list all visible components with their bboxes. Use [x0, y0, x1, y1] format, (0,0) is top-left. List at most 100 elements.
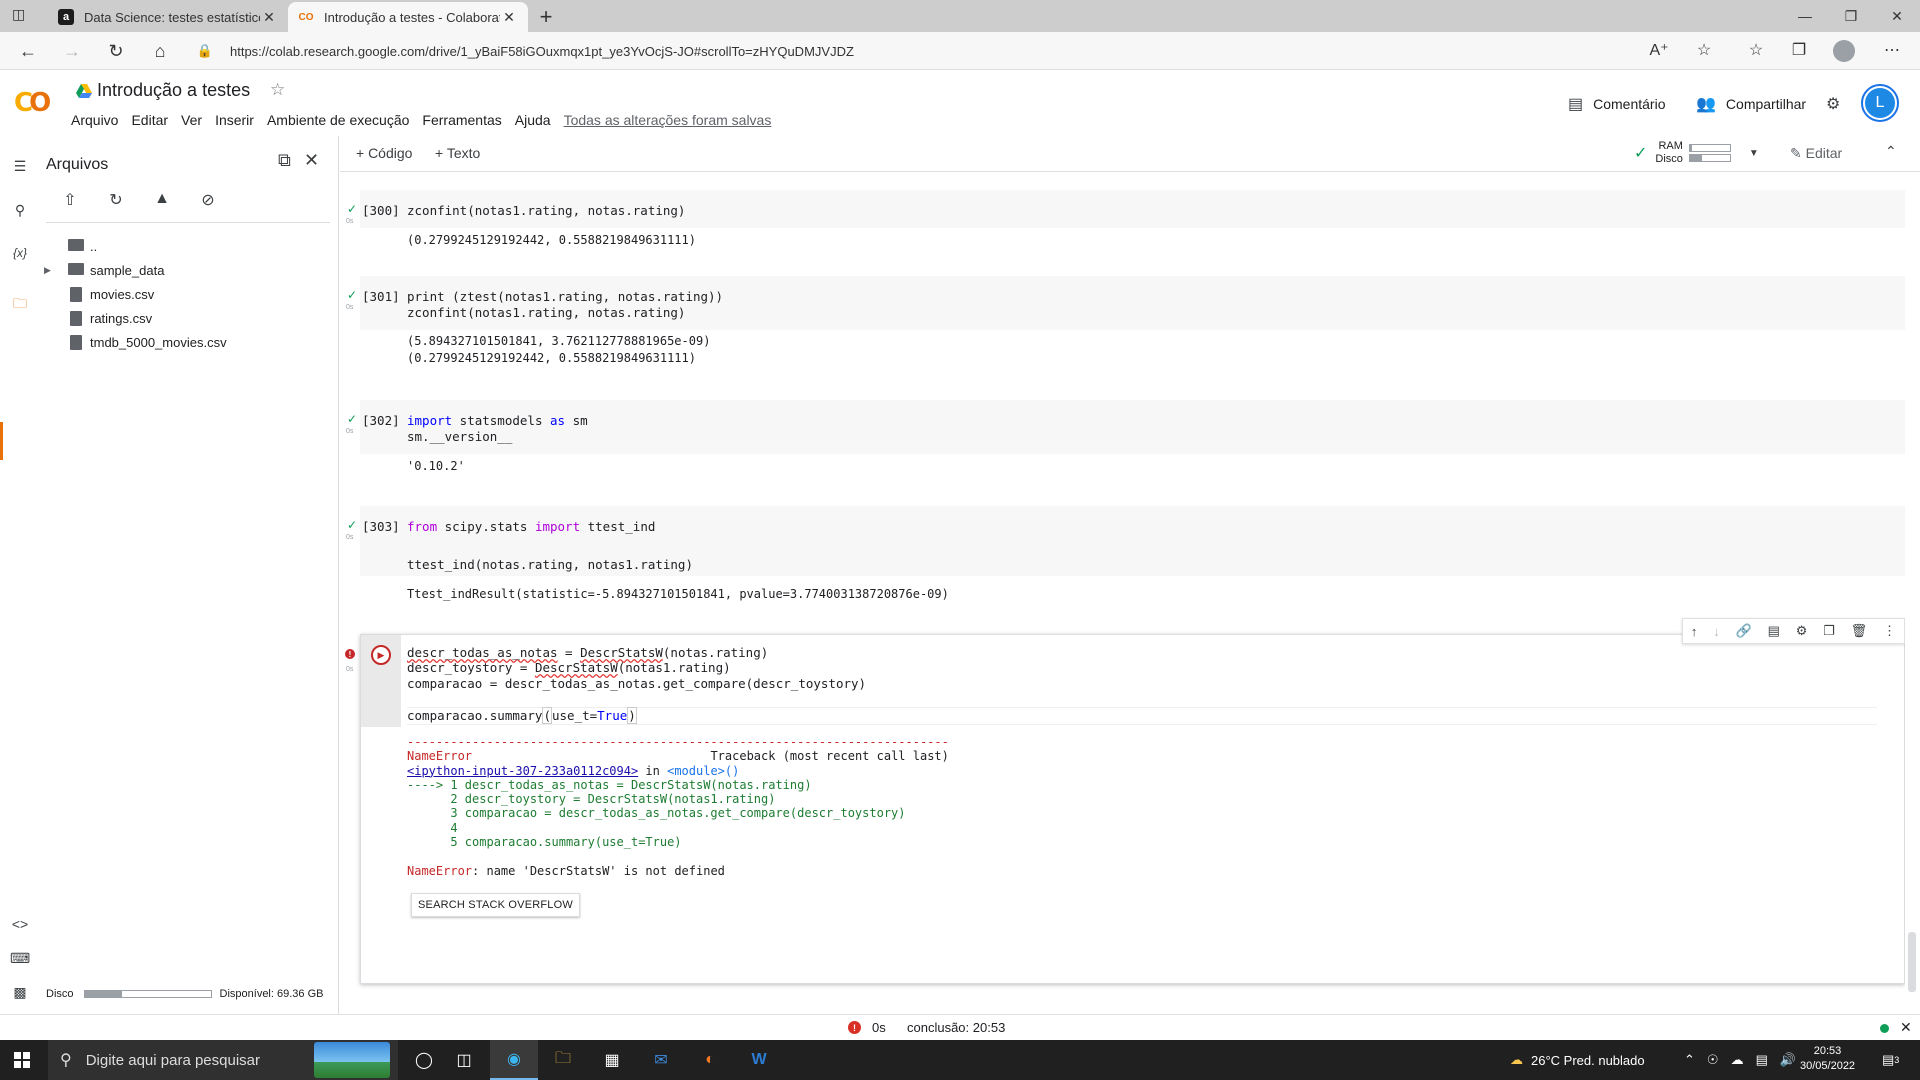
- code-line[interactable]: ttest_ind(notas.rating, notas1.rating): [407, 557, 693, 573]
- code-line[interactable]: print (ztest(notas1.rating, notas.rating…: [407, 289, 723, 305]
- tree-item-folder[interactable]: ▶ sample_data: [38, 258, 338, 282]
- share-button[interactable]: 👥 Compartilhar: [1696, 94, 1806, 114]
- browser-tab-data-science[interactable]: a Data Science: testes estatísticos ✕: [48, 2, 288, 32]
- settings-gear-icon[interactable]: ⚙: [1826, 94, 1850, 114]
- edge-browser-icon[interactable]: ◉: [490, 1040, 538, 1080]
- cell-settings-icon[interactable]: ⚙: [1796, 623, 1808, 639]
- menu-editar[interactable]: Editar: [131, 112, 168, 128]
- code-line-current[interactable]: comparacao.summary(use_t=True): [407, 707, 1877, 725]
- close-window-icon[interactable]: ✕: [1874, 0, 1920, 32]
- comment-icon[interactable]: ▤: [1768, 623, 1780, 639]
- menu-arquivo[interactable]: Arquivo: [71, 112, 118, 128]
- save-status-link[interactable]: Todas as alterações foram salvas: [564, 112, 772, 128]
- notification-center-icon[interactable]: ▤ 3: [1882, 1040, 1899, 1080]
- back-icon[interactable]: ←: [16, 40, 40, 62]
- meet-now-icon[interactable]: ☉: [1707, 1052, 1719, 1068]
- code-line[interactable]: import statsmodels as sm: [407, 413, 588, 429]
- collapse-header-icon[interactable]: ⌃: [1885, 143, 1897, 160]
- jupyter-icon[interactable]: ◐: [686, 1040, 734, 1080]
- menu-inserir[interactable]: Inserir: [215, 112, 254, 128]
- user-avatar[interactable]: L: [1861, 84, 1899, 122]
- code-line[interactable]: from scipy.stats import ttest_ind: [407, 519, 655, 535]
- code-line[interactable]: zconfint(notas1.rating, notas.rating): [407, 305, 685, 321]
- taskbar-search[interactable]: ⚲ Digite aqui para pesquisar: [48, 1040, 398, 1080]
- mirror-cell-icon[interactable]: ❐: [1823, 623, 1835, 639]
- edit-button[interactable]: ✎ Editar: [1790, 145, 1842, 162]
- collections-icon[interactable]: ❐: [1787, 40, 1811, 60]
- file-explorer-icon[interactable]: 🗀: [539, 1040, 587, 1080]
- close-status-icon[interactable]: ✕: [1900, 1019, 1912, 1036]
- refresh-folder-icon[interactable]: ↻: [104, 190, 128, 214]
- code-editor[interactable]: ▶ descr_todas_as_notas = DescrStatsW(not…: [361, 635, 1904, 727]
- mail-icon[interactable]: ✉: [637, 1040, 685, 1080]
- volume-icon[interactable]: 🔊: [1780, 1052, 1796, 1068]
- files-folder-icon[interactable]: 🗀: [10, 293, 30, 313]
- terminal-icon[interactable]: ▩: [10, 984, 30, 1004]
- comment-button[interactable]: ▤ Comentário: [1568, 94, 1666, 114]
- runtime-dropdown-icon[interactable]: ▼: [1749, 148, 1759, 159]
- reload-icon[interactable]: ↻: [104, 40, 128, 62]
- more-options-icon[interactable]: ⋮: [1883, 623, 1896, 639]
- active-code-cell[interactable]: ▶ descr_todas_as_notas = DescrStatsW(not…: [360, 634, 1905, 984]
- move-down-icon[interactable]: ↓: [1713, 624, 1720, 639]
- restore-window-icon[interactable]: ❐: [1828, 0, 1874, 32]
- code-snippets-icon[interactable]: <>: [10, 916, 30, 936]
- forward-icon[interactable]: →: [60, 40, 84, 62]
- tree-item-file[interactable]: movies.csv: [38, 282, 338, 306]
- runtime-resources[interactable]: ✓ RAM Disco ▼: [1634, 140, 1759, 166]
- network-icon[interactable]: ▤: [1756, 1052, 1768, 1068]
- browser-tab-colab[interactable]: CO Introdução a testes - Colaborato ✕: [288, 2, 528, 32]
- open-in-tab-icon[interactable]: ⧉: [278, 150, 291, 171]
- add-code-button[interactable]: + Código: [356, 145, 412, 161]
- word-icon[interactable]: W: [735, 1040, 783, 1080]
- lock-icon[interactable]: 🔒: [196, 43, 214, 59]
- home-icon[interactable]: ⌂: [148, 40, 172, 62]
- notebook-scrollbar[interactable]: [1908, 932, 1916, 992]
- code-line[interactable]: descr_todas_as_notas = DescrStatsW(notas…: [407, 645, 768, 661]
- menu-ferramentas[interactable]: Ferramentas: [422, 112, 501, 128]
- taskbar-clock[interactable]: 20:53 30/05/2022: [1800, 1044, 1855, 1074]
- menu-ambiente-execucao[interactable]: Ambiente de execução: [267, 112, 409, 128]
- read-aloud-icon[interactable]: A⁺: [1647, 40, 1671, 60]
- add-favorite-icon[interactable]: ☆: [1692, 40, 1716, 60]
- upload-file-icon[interactable]: ⇧: [58, 190, 82, 214]
- tray-expand-icon[interactable]: ⌃: [1684, 1052, 1695, 1068]
- close-panel-icon[interactable]: ✕: [304, 150, 319, 171]
- add-text-button[interactable]: + Texto: [435, 145, 480, 161]
- command-palette-icon[interactable]: ⌨: [10, 950, 30, 970]
- windows-start-icon[interactable]: [14, 1052, 30, 1068]
- star-icon[interactable]: ☆: [270, 80, 285, 100]
- table-of-contents-icon[interactable]: ☰: [10, 158, 30, 178]
- search-stack-overflow-button[interactable]: SEARCH STACK OVERFLOW: [411, 893, 580, 917]
- code-line[interactable]: zconfint(notas1.rating, notas.rating): [407, 203, 685, 219]
- new-tab-icon[interactable]: +: [534, 4, 558, 30]
- browser-profile-avatar[interactable]: [1833, 40, 1855, 62]
- browser-menu-icon[interactable]: ⋯: [1880, 40, 1904, 60]
- code-line[interactable]: sm.__version__: [407, 429, 512, 445]
- close-tab-icon[interactable]: ✕: [260, 9, 278, 26]
- run-cell-button[interactable]: ▶: [371, 645, 391, 665]
- mount-drive-icon[interactable]: ▲: [150, 190, 174, 214]
- link-icon[interactable]: 🔗: [1736, 623, 1752, 639]
- tab-actions-icon[interactable]: ◫: [12, 6, 34, 26]
- code-line[interactable]: comparacao = descr_todas_as_notas.get_co…: [407, 676, 866, 692]
- variables-icon[interactable]: {x}: [10, 246, 30, 266]
- google-drive-icon[interactable]: [76, 84, 92, 98]
- microsoft-store-icon[interactable]: ▦: [588, 1040, 636, 1080]
- expand-caret-icon[interactable]: ▶: [44, 265, 60, 276]
- task-view-icon[interactable]: ◫: [440, 1040, 488, 1080]
- onedrive-icon[interactable]: ☁: [1731, 1052, 1744, 1068]
- favorites-icon[interactable]: ☆: [1744, 40, 1768, 60]
- notebook-title[interactable]: Introdução a testes: [97, 80, 250, 101]
- tree-item-parent[interactable]: ..: [38, 234, 338, 258]
- delete-icon[interactable]: 🗑: [1851, 623, 1868, 639]
- tree-item-file[interactable]: tmdb_5000_movies.csv: [38, 330, 338, 354]
- colab-logo[interactable]: CO: [14, 88, 51, 118]
- menu-ver[interactable]: Ver: [181, 112, 202, 128]
- minimize-window-icon[interactable]: —: [1782, 0, 1828, 32]
- search-icon[interactable]: ⚲: [10, 202, 30, 222]
- code-line[interactable]: descr_toystory = DescrStatsW(notas1.rati…: [407, 660, 731, 676]
- menu-ajuda[interactable]: Ajuda: [515, 112, 551, 128]
- url-field[interactable]: 🔒 https://colab.research.google.com/driv…: [196, 36, 1616, 66]
- ipython-input-link[interactable]: <ipython-input-307-233a0112c094>: [407, 764, 638, 778]
